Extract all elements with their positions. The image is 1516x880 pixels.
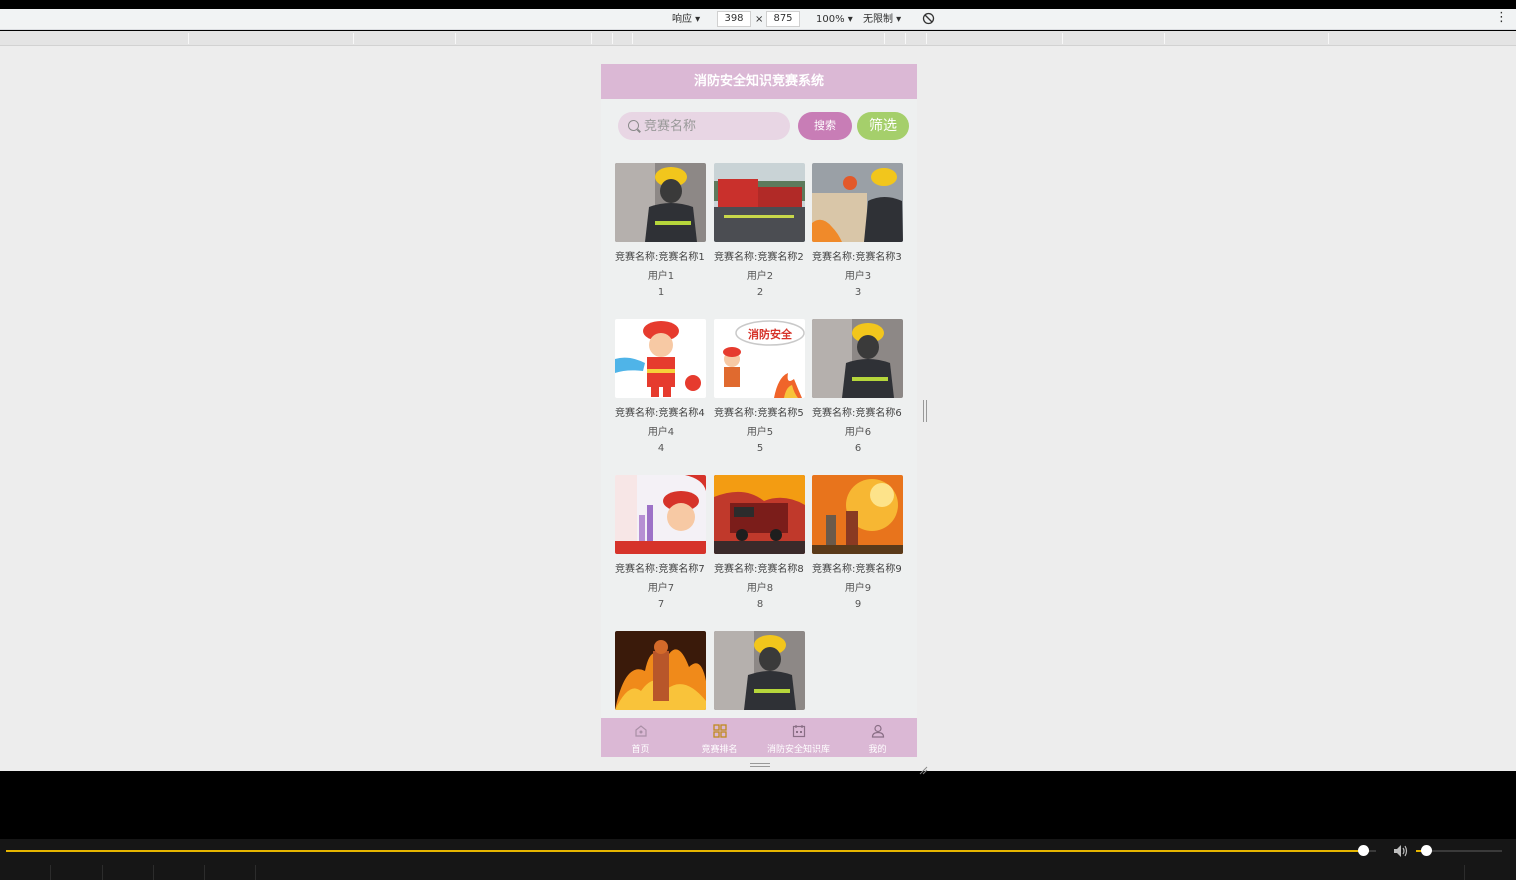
filter-button[interactable]: 筛选 (857, 112, 909, 140)
progress-bar[interactable] (6, 845, 1376, 856)
device-mode-select[interactable]: 响应 ▾ (672, 12, 700, 27)
volume-slider[interactable] (1416, 845, 1502, 856)
card-image-fire-truck-flames (714, 475, 805, 554)
progress-fill (6, 850, 1370, 852)
card-image-firefighter-in-fire (615, 631, 706, 710)
card-user: 用户9 (844, 583, 872, 594)
card-user: 用户1 (647, 271, 675, 282)
card-user: 用户3 (844, 271, 872, 282)
card-image-firefighters-flames (812, 475, 903, 554)
tab-label: 我的 (868, 745, 887, 755)
resize-handle-corner[interactable] (918, 760, 928, 775)
progress-knob[interactable] (1358, 845, 1370, 856)
search-button[interactable]: 搜索 (798, 112, 852, 140)
user-icon (871, 724, 884, 738)
video-player-controls (0, 839, 1516, 880)
zoom-select[interactable]: 100% ▾ (816, 12, 853, 27)
card-number: 4 (657, 443, 665, 454)
media-query-ruler (0, 31, 1516, 46)
competition-card[interactable]: 竞赛名称:竞赛名称6 用户6 6 (812, 319, 904, 469)
phone-viewport: 消防安全知识竞赛系统 搜索 筛选 竞赛名称:竞赛名称1 用户1 1 竞赛名称:竞… (601, 64, 917, 757)
card-name: 竞赛名称:竞赛名称4 (615, 408, 705, 419)
competition-card[interactable]: 竞赛名称:竞赛名称8 用户8 8 (714, 475, 806, 625)
card-number: 5 (756, 443, 764, 454)
card-user: 用户2 (746, 271, 774, 282)
card-image-cartoon-fire-safety: 消防安全 (714, 319, 805, 398)
card-user: 用户6 (844, 427, 872, 438)
devtools-toolbar: 响应 ▾ 398 × 875 100% ▾ 无限制 ▾ ⋮ (0, 9, 1516, 30)
card-name: 竞赛名称:竞赛名称2 (714, 252, 804, 263)
height-input[interactable]: 875 (766, 11, 800, 27)
card-user: 用户8 (746, 583, 774, 594)
calendar-icon (792, 725, 805, 738)
times-sign: × (755, 14, 764, 25)
throttle-select[interactable]: 无限制 ▾ (863, 12, 901, 27)
card-image-firefighter-mask (714, 631, 805, 710)
card-number: 8 (756, 599, 764, 610)
poster-text: 消防安全 (748, 327, 793, 341)
resize-handle-right[interactable] (923, 400, 927, 422)
card-number: 9 (854, 599, 862, 610)
player-status-strip (0, 865, 1516, 880)
card-name: 竞赛名称:竞赛名称8 (714, 564, 804, 575)
card-image-firefighter-map (812, 163, 903, 242)
search-icon (628, 120, 639, 131)
card-user: 用户7 (647, 583, 675, 594)
card-name: 竞赛名称:竞赛名称6 (812, 408, 902, 419)
card-number: 3 (854, 287, 862, 298)
search-input[interactable] (644, 116, 784, 136)
volume-knob[interactable] (1420, 845, 1432, 856)
competition-card[interactable]: 竞赛名称:竞赛名称2 用户2 2 (714, 163, 806, 313)
home-icon (634, 725, 647, 737)
card-number: 6 (854, 443, 862, 454)
tab-label: 首页 (631, 745, 650, 755)
top-frame (0, 0, 1516, 9)
width-input[interactable]: 398 (717, 11, 751, 27)
tab-home[interactable]: 首页 (601, 718, 680, 757)
card-image-firefighter-mask (615, 163, 706, 242)
volume-icon[interactable] (1393, 844, 1409, 858)
resize-handle-bottom[interactable] (750, 763, 770, 767)
card-image-fire-truck-crew (714, 163, 805, 242)
tab-mine[interactable]: 我的 (838, 718, 917, 757)
card-name: 竞赛名称:竞赛名称3 (812, 252, 902, 263)
grid-icon (712, 724, 727, 738)
card-image-firefighter-mask (812, 319, 903, 398)
tab-label: 消防安全知识库 (766, 745, 830, 755)
competition-card[interactable]: 竞赛名称:竞赛名称1 用户1 1 (615, 163, 707, 313)
card-name: 竞赛名称:竞赛名称7 (615, 564, 705, 575)
card-user: 用户4 (647, 427, 675, 438)
more-options-icon[interactable]: ⋮ (1495, 10, 1508, 25)
tab-label: 竞赛排名 (701, 745, 738, 755)
competition-card[interactable]: 竞赛名称:竞赛名称3 用户3 3 (812, 163, 904, 313)
competition-card[interactable]: 竞赛名称:竞赛名称4 用户4 4 (615, 319, 707, 469)
card-number: 7 (657, 599, 665, 610)
competition-card[interactable]: 竞赛名称:竞赛名称7 用户7 7 (615, 475, 707, 625)
tab-ranking[interactable]: 竞赛排名 (680, 718, 759, 757)
card-name: 竞赛名称:竞赛名称5 (714, 408, 804, 419)
card-name: 竞赛名称:竞赛名称1 (615, 252, 705, 263)
card-image-cartoon-fire-safety-poster (615, 475, 706, 554)
competition-card[interactable]: 竞赛名称:竞赛名称9 用户9 9 (812, 475, 904, 625)
page-title: 消防安全知识竞赛系统 (601, 64, 917, 99)
search-field[interactable] (618, 112, 790, 140)
card-number: 1 (657, 287, 665, 298)
card-user: 用户5 (746, 427, 774, 438)
rotate-icon[interactable] (922, 12, 935, 27)
bottom-tabbar: 首页 竞赛排名 消防安全知识库 我的 (601, 718, 917, 757)
search-bar: 搜索 筛选 (601, 111, 917, 141)
card-image-cartoon-firefighter-hose (615, 319, 706, 398)
card-name: 竞赛名称:竞赛名称9 (812, 564, 902, 575)
competition-card[interactable]: 消防安全 竞赛名称:竞赛名称5 用户5 5 (714, 319, 806, 469)
card-number: 2 (756, 287, 764, 298)
tab-knowledge-base[interactable]: 消防安全知识库 (759, 718, 838, 757)
